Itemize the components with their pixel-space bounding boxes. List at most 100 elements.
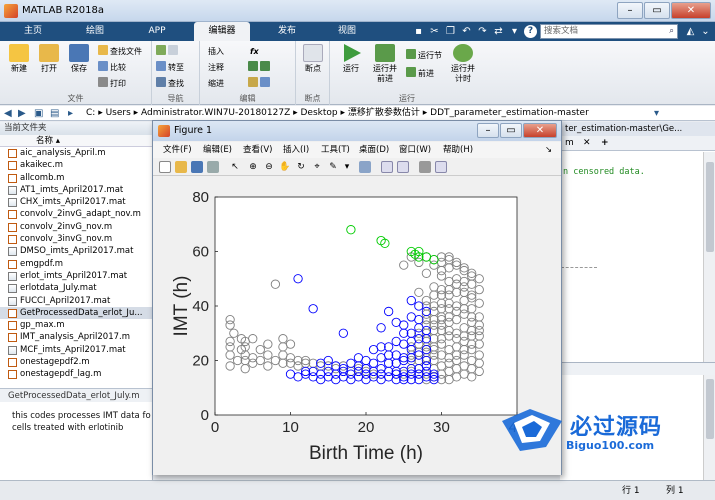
- menu-tools[interactable]: 工具(T): [321, 142, 350, 158]
- tab-home[interactable]: 主页: [8, 22, 58, 41]
- scrollbar-thumb[interactable]: [706, 162, 714, 252]
- path-chevron-icon[interactable]: ▸: [68, 106, 73, 121]
- new-button[interactable]: 新建: [4, 44, 34, 74]
- save-button[interactable]: 保存: [64, 44, 94, 74]
- indent-tools-button[interactable]: [248, 77, 272, 90]
- comment-percent-button[interactable]: [248, 61, 272, 74]
- file-row[interactable]: convolv_3invG_nov.m: [0, 233, 152, 245]
- menu-file[interactable]: 文件(F): [163, 142, 192, 158]
- address-dropdown-icon[interactable]: ▾: [654, 106, 659, 121]
- file-row[interactable]: allcomb.m: [0, 172, 152, 184]
- file-row[interactable]: AT1_imts_April2017.mat: [0, 184, 152, 196]
- breadcrumb-item[interactable]: Desktop: [301, 108, 338, 118]
- tab-view[interactable]: 视图: [322, 22, 372, 41]
- figure-maximize-button[interactable]: ▭: [500, 123, 522, 138]
- rotate-icon[interactable]: ↻: [295, 161, 307, 173]
- menu-insert[interactable]: 插入(I): [283, 142, 309, 158]
- code-line[interactable]: n censored data.: [563, 167, 645, 177]
- run-advance-button[interactable]: 运行并 前进: [370, 44, 400, 84]
- search-input[interactable]: 搜索文档 ⌕: [540, 24, 678, 39]
- figure-close-button[interactable]: ✕: [523, 123, 557, 138]
- file-row[interactable]: onestagepdf_lag.m: [0, 368, 152, 380]
- zoom-out-icon[interactable]: ⊖: [263, 161, 275, 173]
- new-figure-icon[interactable]: [159, 161, 171, 173]
- comment-button[interactable]: 注释: [208, 61, 224, 74]
- file-row[interactable]: akaikec.m: [0, 159, 152, 171]
- file-row[interactable]: onestagepdf2.m: [0, 356, 152, 368]
- file-row[interactable]: emgpdf.m: [0, 258, 152, 270]
- brush-icon[interactable]: ✎: [327, 161, 339, 173]
- link-plot-icon[interactable]: [359, 161, 371, 173]
- menu-desktop[interactable]: 桌面(D): [359, 142, 389, 158]
- help-icon[interactable]: ?: [524, 25, 537, 38]
- zoom-in-icon[interactable]: ⊕: [247, 161, 259, 173]
- compare-button[interactable]: 比较: [98, 61, 126, 74]
- goto-button[interactable]: 转至: [156, 61, 184, 74]
- nav-back-button[interactable]: [156, 45, 180, 58]
- cut-icon[interactable]: ✂: [428, 25, 441, 38]
- file-row[interactable]: IMT_analysis_April2017.m: [0, 331, 152, 343]
- menu-help[interactable]: 帮助(H): [443, 142, 473, 158]
- editor-scrollbar[interactable]: [703, 152, 715, 380]
- help-dropdown-icon[interactable]: ▾: [508, 25, 521, 38]
- find-files-button[interactable]: 查找文件: [98, 45, 142, 58]
- tab-plots[interactable]: 绘图: [70, 22, 120, 41]
- breadcrumb-item[interactable]: 漂移扩散参数估计: [348, 108, 420, 118]
- breadcrumb-item[interactable]: Users: [106, 108, 131, 118]
- new-tab-icon[interactable]: +: [601, 136, 609, 151]
- save-figure-icon[interactable]: [191, 161, 203, 173]
- run-time-button[interactable]: 运行并 计时: [448, 44, 478, 84]
- tab-editor[interactable]: 编辑器: [194, 22, 250, 41]
- figure-minimize-button[interactable]: –: [477, 123, 499, 138]
- file-row[interactable]: convolv_2invG_adapt_nov.m: [0, 208, 152, 220]
- run-button[interactable]: 运行: [336, 44, 366, 74]
- file-row[interactable]: MCF_imts_April2017.mat: [0, 344, 152, 356]
- menu-edit[interactable]: 编辑(E): [203, 142, 232, 158]
- fx-button[interactable]: fx: [250, 45, 259, 58]
- open-button[interactable]: 打开: [34, 44, 64, 74]
- menu-view[interactable]: 查看(V): [243, 142, 272, 158]
- brush-dropdown-icon[interactable]: ▾: [341, 161, 353, 173]
- file-row[interactable]: CHX_imts_April2017.mat: [0, 196, 152, 208]
- file-row[interactable]: erlotdata_July.mat: [0, 282, 152, 294]
- tab-publish[interactable]: 发布: [262, 22, 312, 41]
- browse-folder-icon[interactable]: ▤: [50, 106, 59, 121]
- pointer-icon[interactable]: ↖: [229, 161, 241, 173]
- editor-tab[interactable]: m: [565, 136, 574, 151]
- redo-icon[interactable]: ↷: [476, 25, 489, 38]
- column-header-name[interactable]: 名称 ▴: [0, 135, 152, 147]
- tab-apps[interactable]: APP: [132, 22, 182, 41]
- file-row[interactable]: aic_analysis_April.m: [0, 147, 152, 159]
- data-cursor-icon[interactable]: ⌖: [311, 161, 323, 173]
- breadcrumb-item[interactable]: C:: [86, 108, 95, 118]
- print-button[interactable]: 打印: [98, 77, 126, 90]
- file-row[interactable]: gp_max.m: [0, 319, 152, 331]
- address-bar[interactable]: ◀ ▶ ▣ ▤ ▸ C: ▸ Users ▸ Administrator.WIN…: [0, 106, 715, 121]
- colorbar-icon[interactable]: [381, 161, 393, 173]
- pan-icon[interactable]: ✋: [279, 161, 291, 173]
- file-row[interactable]: GetProcessedData_erlot_Ju...: [0, 306, 152, 320]
- close-tab-icon[interactable]: ✕: [583, 136, 591, 151]
- show-plot-tools-icon[interactable]: [435, 161, 447, 173]
- notifications-icon[interactable]: ◭: [684, 25, 697, 38]
- file-row[interactable]: convolv_2invG_nov.m: [0, 221, 152, 233]
- file-row[interactable]: DMSO_imts_April2017.mat: [0, 245, 152, 257]
- hide-plot-tools-icon[interactable]: [419, 161, 431, 173]
- advance-button[interactable]: 前进: [406, 67, 434, 80]
- undo-icon[interactable]: ↶: [460, 25, 473, 38]
- menu-window[interactable]: 窗口(W): [399, 142, 431, 158]
- back-icon[interactable]: ◀: [4, 106, 12, 121]
- close-button[interactable]: ✕: [671, 2, 711, 19]
- file-row[interactable]: erlot_imts_April2017.mat: [0, 270, 152, 282]
- save-all-icon[interactable]: ▪: [412, 25, 425, 38]
- legend-icon[interactable]: [397, 161, 409, 173]
- breadcrumb-item[interactable]: Administrator.WIN7U-20180127Z: [141, 108, 290, 118]
- open-file-icon[interactable]: [175, 161, 187, 173]
- breakpoint-button[interactable]: 断点: [298, 44, 328, 74]
- file-row[interactable]: FUCCI_April2017.mat: [0, 295, 152, 307]
- switch-windows-icon[interactable]: ⇄: [492, 25, 505, 38]
- maximize-button[interactable]: ▭: [644, 2, 670, 19]
- run-section-button[interactable]: 运行节: [406, 49, 442, 62]
- up-folder-icon[interactable]: ▣: [34, 106, 43, 121]
- figure-title-bar[interactable]: Figure 1 – ▭ ✕: [153, 121, 561, 141]
